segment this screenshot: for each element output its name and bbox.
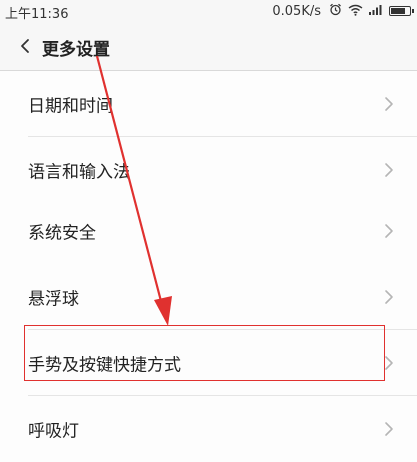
settings-item-label: 悬浮球 — [28, 289, 79, 310]
settings-item-floating-ball[interactable]: 悬浮球 — [0, 264, 417, 330]
settings-item-label: 系统安全 — [28, 223, 96, 244]
settings-item-system-security[interactable]: 系统安全 — [0, 198, 417, 264]
status-bar: 上午11:36 0.05K/s — [0, 0, 417, 24]
wifi-icon — [348, 4, 363, 19]
alarm-icon — [329, 3, 342, 19]
signal-icon — [369, 4, 383, 18]
settings-group-2: 系统安全 — [0, 198, 417, 264]
settings-item-language-input[interactable]: 语言和输入法 — [0, 137, 417, 203]
chevron-right-icon — [383, 420, 395, 438]
chevron-right-icon — [383, 288, 395, 306]
settings-item-label: 呼吸灯 — [28, 421, 79, 442]
settings-item-label: 日期和时间 — [28, 96, 113, 117]
battery-icon — [389, 6, 414, 16]
settings-item-date-time[interactable]: 日期和时间 — [0, 71, 417, 137]
chevron-left-icon[interactable] — [14, 32, 38, 60]
settings-item-breathing-light[interactable]: 呼吸灯 — [0, 396, 417, 462]
page-title: 更多设置 — [42, 40, 110, 60]
chevron-right-icon — [383, 95, 395, 113]
highlight-box — [24, 325, 385, 381]
status-icons: 0.05K/s — [272, 3, 414, 19]
network-speed: 0.05K/s — [272, 3, 321, 19]
chevron-right-icon — [383, 222, 395, 240]
chevron-right-icon — [383, 161, 395, 179]
settings-item-label: 语言和输入法 — [28, 162, 130, 183]
header-bar: 更多设置 — [0, 24, 417, 71]
settings-group-1: 日期和时间 语言和输入法 — [0, 71, 417, 203]
status-time: 上午11:36 — [5, 7, 69, 22]
